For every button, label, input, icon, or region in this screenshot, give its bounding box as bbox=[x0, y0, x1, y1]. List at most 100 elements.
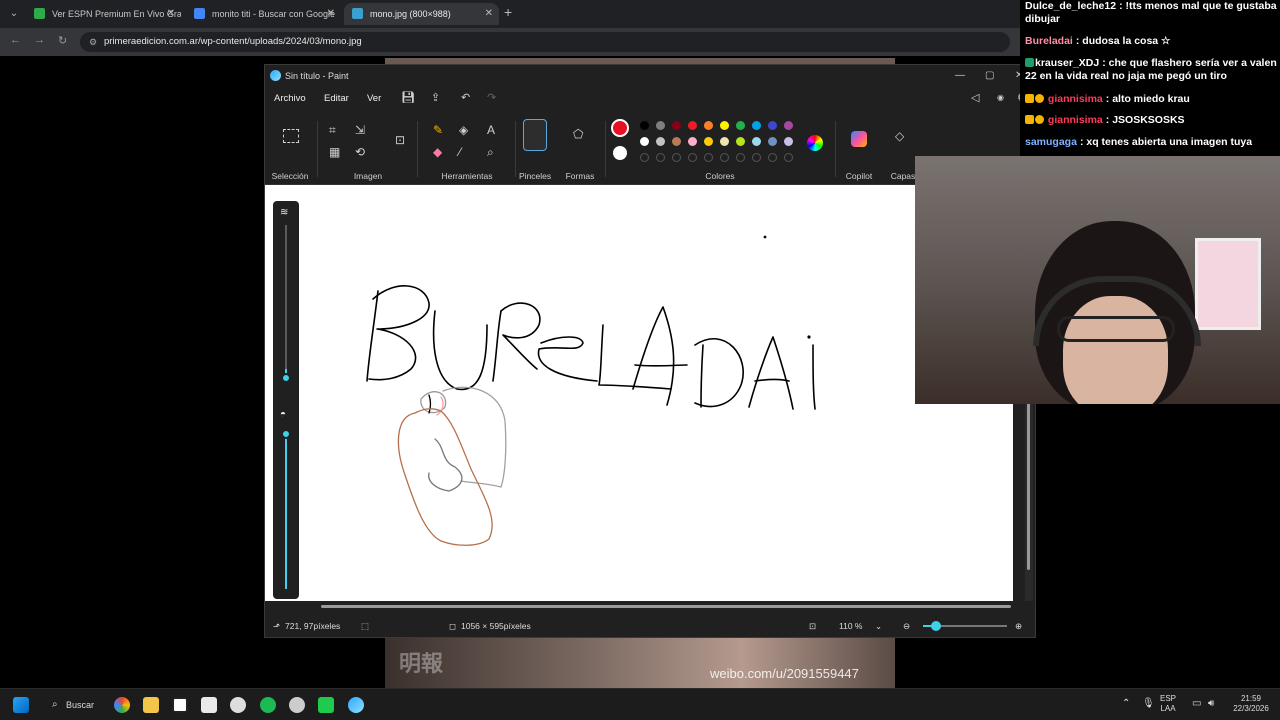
reload-icon[interactable]: ↻ bbox=[58, 34, 67, 47]
windows-start-icon[interactable] bbox=[13, 697, 29, 713]
selection-icon[interactable] bbox=[283, 129, 299, 143]
redo-icon[interactable]: ↷ bbox=[487, 91, 496, 104]
slider-knob[interactable] bbox=[281, 373, 291, 383]
maximize-icon[interactable]: ▢ bbox=[985, 65, 994, 87]
crop-icon[interactable]: ⌗ bbox=[329, 123, 336, 138]
secondary-color[interactable] bbox=[613, 146, 627, 160]
account-icon[interactable]: ◉ bbox=[997, 93, 1004, 102]
zoom-dropdown-icon[interactable]: ⌄ bbox=[875, 615, 882, 637]
color-swatch[interactable] bbox=[784, 121, 793, 130]
custom-color-slot[interactable] bbox=[688, 153, 697, 162]
chatgpt-icon[interactable] bbox=[230, 697, 246, 713]
volume-icon[interactable]: 🔊︎ bbox=[1208, 698, 1214, 709]
color-swatch[interactable] bbox=[736, 137, 745, 146]
tab-close-icon[interactable]: ✕ bbox=[485, 3, 493, 25]
custom-color-slot[interactable] bbox=[768, 153, 777, 162]
horizontal-scrollbar[interactable] bbox=[265, 601, 1033, 611]
color-swatch[interactable] bbox=[752, 121, 761, 130]
color-swatch[interactable] bbox=[720, 121, 729, 130]
custom-color-slot[interactable] bbox=[672, 153, 681, 162]
site-info-icon[interactable]: ⚙ bbox=[89, 32, 97, 52]
color-swatch[interactable] bbox=[688, 137, 697, 146]
minimize-icon[interactable]: — bbox=[955, 65, 965, 87]
fill-icon[interactable]: ◈ bbox=[459, 123, 468, 137]
language-indicator[interactable]: ESP LAA bbox=[1160, 694, 1176, 714]
custom-color-slot[interactable] bbox=[752, 153, 761, 162]
paint-canvas[interactable]: ≋ ◓ bbox=[265, 185, 1013, 601]
eraser-icon[interactable]: ◆ bbox=[433, 145, 442, 159]
group-seleccion[interactable]: Selección bbox=[265, 111, 315, 185]
zoom-knob[interactable] bbox=[931, 621, 941, 631]
fit-to-window-icon[interactable]: ⊡ bbox=[809, 615, 816, 637]
color-swatch[interactable] bbox=[768, 121, 777, 130]
pencil-icon[interactable]: ✎ bbox=[433, 123, 443, 137]
primary-color[interactable] bbox=[611, 119, 629, 137]
color-swatch[interactable] bbox=[768, 137, 777, 146]
color-swatch[interactable] bbox=[672, 121, 681, 130]
tab-close-icon[interactable]: ✕ bbox=[327, 3, 335, 25]
color-swatch[interactable] bbox=[704, 121, 713, 130]
brush-icon[interactable] bbox=[523, 119, 547, 151]
color-swatch[interactable] bbox=[656, 137, 665, 146]
paint-taskbar-icon[interactable] bbox=[348, 697, 364, 713]
app-green-icon[interactable] bbox=[318, 697, 334, 713]
tab-search-icon[interactable]: ⌄ bbox=[6, 6, 22, 22]
browser-tab-google[interactable]: monito titi - Buscar con Google ✕ bbox=[186, 3, 341, 25]
scroll-thumb[interactable] bbox=[321, 605, 1011, 608]
color-swatch[interactable] bbox=[784, 137, 793, 146]
obs-icon[interactable] bbox=[289, 697, 305, 713]
color-swatch[interactable] bbox=[640, 137, 649, 146]
color-swatch[interactable] bbox=[672, 137, 681, 146]
network-icon[interactable]: ▭ bbox=[1192, 698, 1201, 709]
background-remove-icon[interactable]: ▦ bbox=[329, 145, 340, 159]
group-pinceles[interactable]: Pinceles bbox=[519, 111, 551, 185]
color-swatch[interactable] bbox=[704, 137, 713, 146]
image-generator-icon[interactable]: ⊡ bbox=[395, 133, 405, 147]
color-swatch[interactable] bbox=[640, 121, 649, 130]
resize-icon[interactable]: ⇲ bbox=[355, 123, 365, 137]
tray-chevron-icon[interactable]: ⌃ bbox=[1122, 698, 1130, 709]
text-icon[interactable]: A bbox=[487, 123, 495, 137]
copilot-icon[interactable] bbox=[851, 131, 867, 147]
tab-close-icon[interactable]: ✕ bbox=[167, 3, 175, 25]
undo-icon[interactable]: ↶ bbox=[461, 91, 470, 104]
brush-size-slider[interactable]: ≋ ◓ bbox=[273, 201, 299, 599]
chrome-icon[interactable] bbox=[114, 697, 130, 713]
new-tab-icon[interactable]: + bbox=[504, 4, 512, 20]
spotify-icon[interactable] bbox=[260, 697, 276, 713]
snipping-tool-icon[interactable] bbox=[201, 697, 217, 713]
community-icon[interactable]: ◁ bbox=[971, 91, 979, 104]
menu-archivo[interactable]: Archivo bbox=[274, 93, 306, 104]
color-swatch[interactable] bbox=[720, 137, 729, 146]
group-formas[interactable]: ⬠ Formas bbox=[557, 111, 603, 185]
file-explorer-icon[interactable] bbox=[143, 697, 159, 713]
save-icon[interactable]: 💾︎ bbox=[401, 91, 415, 104]
menu-editar[interactable]: Editar bbox=[324, 93, 349, 104]
browser-tab-mono[interactable]: mono.jpg (800×988) ✕ bbox=[344, 3, 499, 25]
custom-color-slot[interactable] bbox=[704, 153, 713, 162]
custom-color-slot[interactable] bbox=[784, 153, 793, 162]
taskbar-search[interactable]: ⌕ Buscar bbox=[44, 695, 104, 715]
microphone-icon[interactable]: 🎙︎ bbox=[1142, 698, 1155, 709]
address-bar[interactable]: ⚙ primeraedicion.com.ar/wp-content/uploa… bbox=[80, 32, 1010, 52]
menu-ver[interactable]: Ver bbox=[367, 93, 381, 104]
color-picker-icon[interactable]: ⁄ bbox=[459, 145, 461, 159]
magnifier-icon[interactable]: ⌕ bbox=[487, 145, 494, 160]
custom-color-slot[interactable] bbox=[640, 153, 649, 162]
layers-icon[interactable]: ◇ bbox=[895, 129, 904, 143]
color-swatch[interactable] bbox=[736, 121, 745, 130]
color-swatch[interactable] bbox=[752, 137, 761, 146]
share-icon[interactable]: ⇪ bbox=[431, 91, 440, 104]
zoom-slider[interactable] bbox=[923, 621, 1007, 631]
group-copilot[interactable]: Copilot bbox=[837, 111, 881, 185]
browser-tab-espn[interactable]: Ver ESPN Premium En Vivo Gra ✕ bbox=[26, 3, 181, 25]
zoom-level[interactable]: 110 % bbox=[839, 615, 862, 637]
opacity-knob[interactable] bbox=[281, 429, 291, 439]
custom-color-slot[interactable] bbox=[736, 153, 745, 162]
zoom-out-icon[interactable]: ⊖ bbox=[903, 615, 910, 637]
custom-color-slot[interactable] bbox=[656, 153, 665, 162]
edit-colors-icon[interactable] bbox=[807, 135, 823, 151]
clock[interactable]: 21:59 22/3/2026 bbox=[1226, 694, 1276, 714]
shapes-icon[interactable]: ⬠ bbox=[573, 127, 583, 141]
custom-color-slot[interactable] bbox=[720, 153, 729, 162]
